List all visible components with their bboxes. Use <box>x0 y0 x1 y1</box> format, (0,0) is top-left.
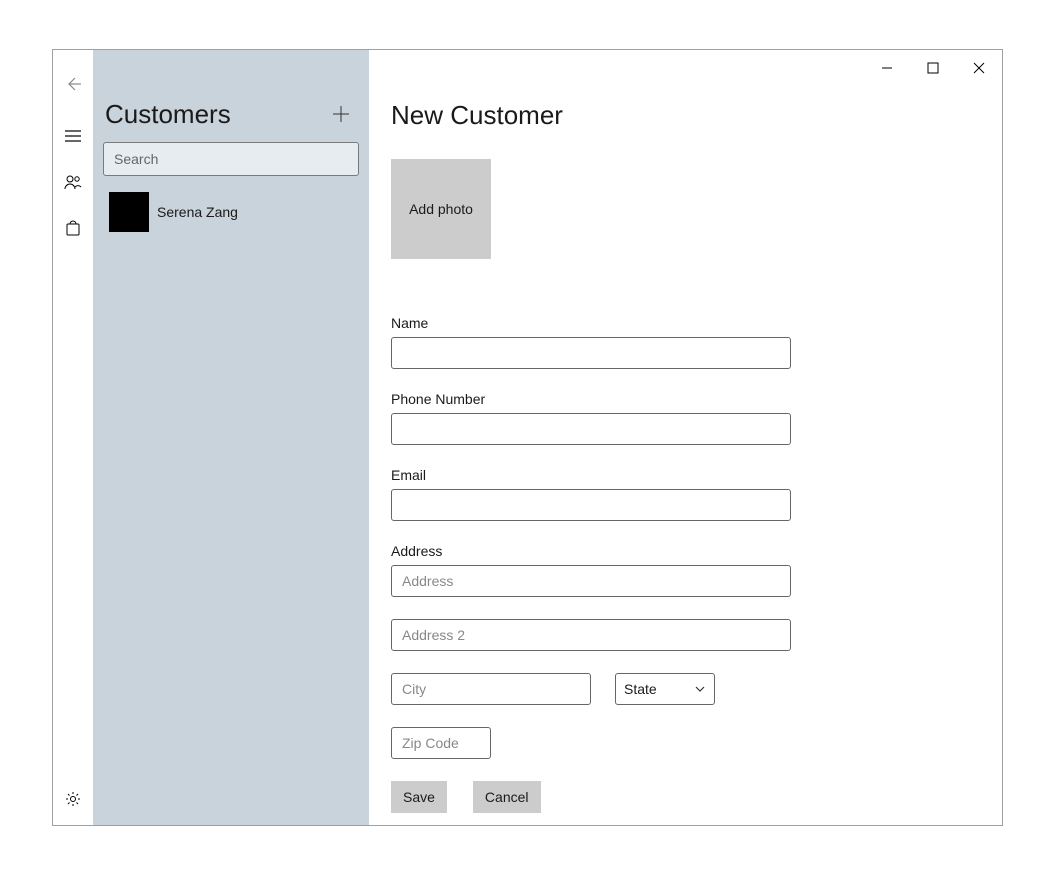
avatar <box>109 192 149 232</box>
hamburger-icon <box>65 130 81 142</box>
add-customer-button[interactable] <box>325 98 357 130</box>
add-photo-label: Add photo <box>409 201 473 217</box>
gear-icon <box>65 791 81 807</box>
maximize-icon <box>927 62 939 74</box>
form-group-address: Address <box>391 543 1002 651</box>
name-input[interactable] <box>391 337 791 369</box>
titlebar <box>864 50 1002 86</box>
add-photo-button[interactable]: Add photo <box>391 159 491 259</box>
nav-item-bag[interactable] <box>53 208 93 248</box>
address-label: Address <box>391 543 1002 559</box>
page-title: New Customer <box>391 100 1002 131</box>
zip-input[interactable] <box>391 727 491 759</box>
button-row: Save Cancel <box>391 781 1002 813</box>
main-content: New Customer Add photo Name Phone Number… <box>369 50 1002 825</box>
state-selected-label: State <box>624 681 657 697</box>
close-button[interactable] <box>956 52 1002 84</box>
list-item[interactable]: Serena Zang <box>103 190 359 234</box>
plus-icon <box>332 105 350 123</box>
minimize-icon <box>881 62 893 74</box>
sidebar-title: Customers <box>105 99 231 130</box>
sidebar: Customers Serena Zang <box>93 50 369 825</box>
form-group-email: Email <box>391 467 1002 521</box>
form-group-name: Name <box>391 315 1002 369</box>
phone-label: Phone Number <box>391 391 1002 407</box>
app-window: Customers Serena Zang <box>52 49 1003 826</box>
state-select[interactable]: State <box>615 673 715 705</box>
cancel-button[interactable]: Cancel <box>473 781 541 813</box>
back-arrow-icon <box>64 75 82 93</box>
nav-item-settings[interactable] <box>53 779 93 819</box>
email-input[interactable] <box>391 489 791 521</box>
people-icon <box>64 174 82 190</box>
city-state-row: State <box>391 673 1002 705</box>
menu-button[interactable] <box>53 116 93 156</box>
bag-icon <box>66 220 80 236</box>
name-label: Name <box>391 315 1002 331</box>
search-input[interactable] <box>103 142 359 176</box>
minimize-button[interactable] <box>864 52 910 84</box>
form-group-phone: Phone Number <box>391 391 1002 445</box>
nav-rail <box>53 50 93 825</box>
customer-name: Serena Zang <box>157 204 238 220</box>
address2-input[interactable] <box>391 619 791 651</box>
save-button[interactable]: Save <box>391 781 447 813</box>
chevron-down-icon <box>694 685 706 693</box>
address1-input[interactable] <box>391 565 791 597</box>
maximize-button[interactable] <box>910 52 956 84</box>
nav-item-people[interactable] <box>53 162 93 202</box>
phone-input[interactable] <box>391 413 791 445</box>
zip-row <box>391 727 1002 759</box>
close-icon <box>973 62 985 74</box>
back-button[interactable] <box>53 64 93 104</box>
customer-list: Serena Zang <box>103 190 359 234</box>
city-input[interactable] <box>391 673 591 705</box>
sidebar-header: Customers <box>103 98 359 142</box>
email-label: Email <box>391 467 1002 483</box>
